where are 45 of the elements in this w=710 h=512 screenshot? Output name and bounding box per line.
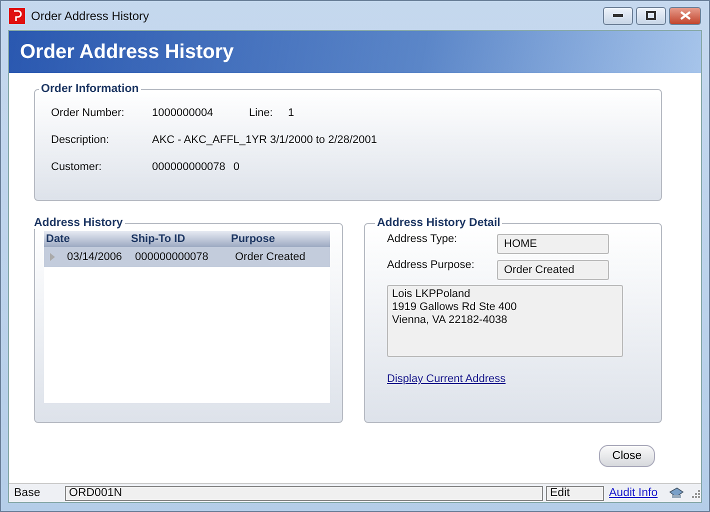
- printer-icon[interactable]: [668, 487, 684, 499]
- row-indicator-icon: [50, 253, 55, 261]
- mode-label: Base: [13, 487, 42, 499]
- address-type-field[interactable]: HOME: [497, 234, 609, 254]
- form-id-field: ORD001N: [65, 486, 543, 500]
- address-line: 1919 Gallows Rd Ste 400: [392, 301, 518, 314]
- column-header[interactable]: Date: [44, 233, 131, 245]
- edit-state-field: Edit: [546, 486, 604, 500]
- close-button[interactable]: Close: [599, 445, 655, 467]
- line-number: 1: [288, 106, 294, 118]
- description-value: AKC - AKC_AFFL_1YR 3/1/2000 to 2/28/2001: [152, 134, 378, 146]
- group-title: Address History: [33, 217, 124, 229]
- order-number: 1000000004: [152, 106, 214, 118]
- group-title: Address History Detail: [376, 217, 502, 229]
- minimize-button[interactable]: [603, 6, 633, 24]
- table-cell: Order Created: [235, 251, 306, 263]
- column-header[interactable]: Purpose: [231, 233, 276, 245]
- maximize-icon: [646, 11, 656, 20]
- window-title: Order Address History: [31, 8, 150, 22]
- field-label: Description:: [51, 134, 110, 146]
- address-line: Lois LKPPoland: [392, 288, 472, 301]
- audit-info-link[interactable]: Audit Info: [609, 487, 658, 499]
- field-label: Order Number:: [51, 106, 126, 118]
- field-label: Address Purpose:: [387, 258, 476, 271]
- customer-sub-id: 0: [233, 160, 240, 172]
- customer-id: 000000000078: [152, 160, 226, 172]
- field-label: Line:: [249, 106, 274, 118]
- address-line: Vienna, VA 22182-4038: [392, 314, 508, 327]
- close-window-button[interactable]: [669, 6, 701, 24]
- field-label: Address Type:: [387, 232, 458, 245]
- address-box[interactable]: Lois LKPPoland 1919 Gallows Rd Ste 400 Vienna, VA 22182-4038: [387, 285, 623, 357]
- page-title: Order Address History: [20, 40, 234, 64]
- display-current-address-link[interactable]: Display Current Address: [387, 373, 506, 385]
- group-title: Order Information: [40, 83, 140, 95]
- table-cell-text: 000000000078: [135, 251, 210, 263]
- app-logo-icon: [9, 8, 25, 24]
- field-label: Customer:: [51, 160, 103, 172]
- column-header[interactable]: Ship-To ID: [131, 233, 231, 245]
- close-icon: [680, 11, 690, 20]
- address-purpose-field[interactable]: Order Created: [497, 260, 609, 280]
- table-row[interactable]: 03/14/2006 000000000078 Order Created: [44, 247, 330, 267]
- resize-grip-icon[interactable]: [690, 488, 700, 498]
- table-cell-text: 03/14/2006: [67, 251, 124, 263]
- minimize-icon: [613, 14, 623, 18]
- maximize-button[interactable]: [636, 6, 666, 24]
